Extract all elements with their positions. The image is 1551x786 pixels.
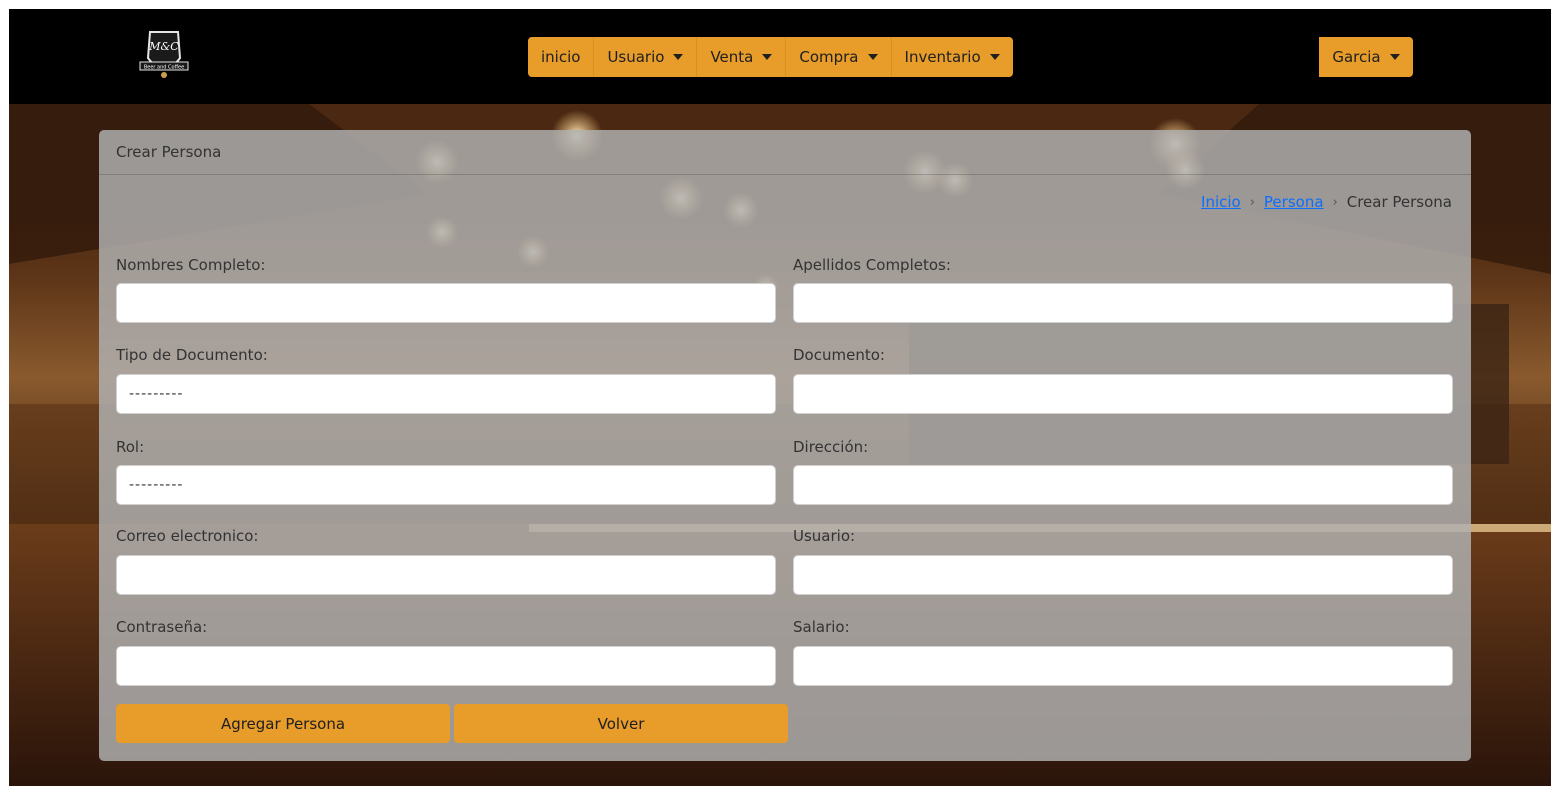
nombres-input[interactable] [116, 283, 776, 323]
nav-label: inicio [541, 48, 581, 66]
rol-select[interactable]: --------- [116, 465, 776, 505]
nav-inventario-dropdown[interactable]: Inventario [891, 37, 1013, 77]
card-title: Crear Persona [116, 143, 222, 161]
create-person-card: Crear Persona Inicio › Persona › Crear P… [99, 130, 1471, 761]
breadcrumb: Inicio › Persona › Crear Persona [1201, 193, 1452, 211]
volver-button[interactable]: Volver [454, 704, 788, 743]
contrasena-label: Contraseña: [116, 618, 208, 636]
documento-label: Documento: [793, 346, 885, 364]
apellidos-label: Apellidos Completos: [793, 256, 951, 274]
breadcrumb-separator-icon: › [1249, 194, 1255, 210]
user-menu-dropdown[interactable]: Garcia [1319, 37, 1413, 77]
breadcrumb-persona-link[interactable]: Persona [1264, 193, 1324, 211]
main-nav: inicio Usuario Venta Compra Inventario [528, 37, 1013, 77]
caret-down-icon [867, 54, 878, 60]
apellidos-input[interactable] [793, 283, 1453, 323]
correo-input[interactable] [116, 555, 776, 595]
documento-input[interactable] [793, 374, 1453, 414]
agregar-persona-button[interactable]: Agregar Persona [116, 704, 450, 743]
direccion-input[interactable] [793, 465, 1453, 505]
salario-input[interactable] [793, 646, 1453, 686]
logo[interactable]: M&C Beer and Coffee [136, 28, 192, 84]
rol-label: Rol: [116, 438, 145, 456]
contrasena-input[interactable] [116, 646, 776, 686]
nav-label: Compra [799, 48, 859, 66]
tipo-documento-value: --------- [129, 386, 184, 402]
breadcrumb-current: Crear Persona [1346, 193, 1452, 211]
svg-text:Beer and Coffee: Beer and Coffee [144, 65, 184, 71]
caret-down-icon [989, 54, 1000, 60]
navbar: M&C Beer and Coffee inicio Usuario Venta… [9, 9, 1551, 104]
tipo-documento-select[interactable]: --------- [116, 374, 776, 414]
svg-text:M&C: M&C [148, 40, 179, 53]
nav-label: Inventario [904, 48, 981, 66]
user-name: Garcia [1332, 48, 1381, 66]
caret-down-icon [762, 54, 773, 60]
direccion-label: Dirección: [793, 438, 869, 456]
nav-venta-dropdown[interactable]: Venta [697, 37, 787, 77]
caret-down-icon [673, 54, 684, 60]
breadcrumb-inicio-link[interactable]: Inicio [1201, 193, 1241, 211]
salario-label: Salario: [793, 618, 850, 636]
usuario-label: Usuario: [793, 527, 856, 545]
caret-down-icon [1389, 54, 1400, 60]
nav-label: Venta [710, 48, 754, 66]
nav-usuario-dropdown[interactable]: Usuario [594, 37, 698, 77]
tipo-documento-label: Tipo de Documento: [116, 346, 268, 364]
button-label: Volver [597, 714, 645, 733]
app-frame: M&C Beer and Coffee inicio Usuario Venta… [9, 9, 1551, 786]
correo-label: Correo electronico: [116, 527, 259, 545]
breadcrumb-separator-icon: › [1332, 194, 1338, 210]
rol-value: --------- [129, 477, 184, 493]
nav-label: Usuario [607, 48, 665, 66]
usuario-input[interactable] [793, 555, 1453, 595]
button-label: Agregar Persona [220, 714, 346, 733]
card-header: Crear Persona [99, 130, 1471, 175]
nav-compra-dropdown[interactable]: Compra [786, 37, 892, 77]
nombres-label: Nombres Completo: [116, 256, 266, 274]
nav-inicio[interactable]: inicio [528, 37, 595, 77]
